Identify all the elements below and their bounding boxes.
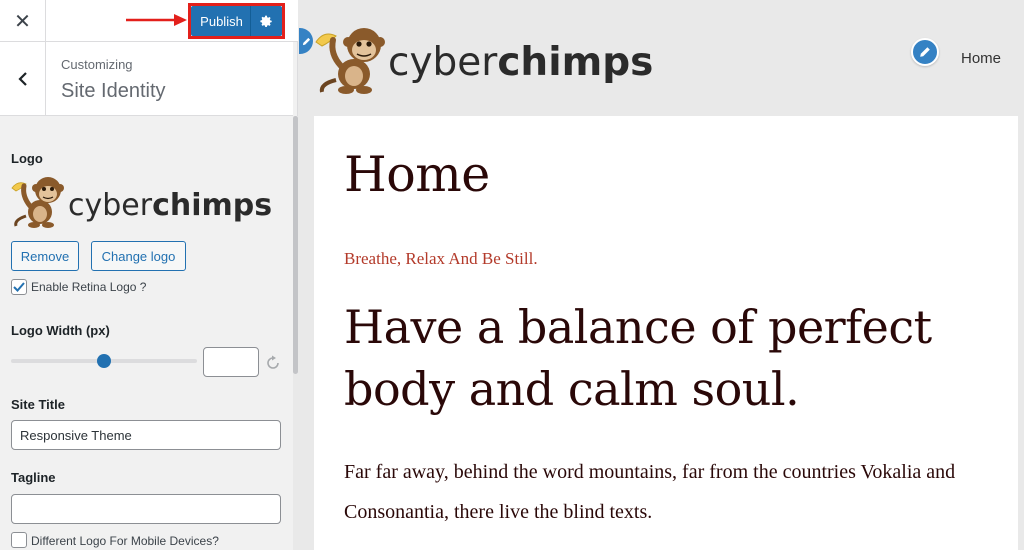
red-arrow-annotation bbox=[126, 14, 187, 26]
remove-logo-button[interactable]: Remove bbox=[11, 241, 79, 271]
logo-width-input[interactable] bbox=[203, 347, 259, 377]
page-title: Home bbox=[344, 146, 490, 203]
change-logo-button[interactable]: Change logo bbox=[91, 241, 186, 271]
section-header: Customizing Site Identity bbox=[0, 42, 293, 116]
retina-logo-label: Enable Retina Logo ? bbox=[31, 280, 147, 294]
body-paragraph: Far far away, behind the word mountains,… bbox=[344, 461, 956, 523]
back-button[interactable] bbox=[0, 42, 46, 116]
chevron-left-icon bbox=[17, 72, 27, 86]
site-title-input[interactable] bbox=[11, 420, 281, 450]
publish-settings-button[interactable] bbox=[251, 6, 282, 36]
customizer-header: ✕ Publish bbox=[0, 0, 298, 42]
logo-width-label: Logo Width (px) bbox=[11, 323, 110, 338]
reset-icon[interactable] bbox=[265, 355, 281, 371]
monkey-logo-icon bbox=[11, 177, 64, 228]
nav-link-home[interactable]: Home bbox=[961, 50, 1001, 67]
customizer-sidebar: ✕ Publish Customizing Site Identity Logo bbox=[0, 0, 298, 550]
close-customizer-button[interactable]: ✕ bbox=[0, 0, 46, 42]
publish-button[interactable]: Publish bbox=[191, 6, 251, 36]
site-preview: cyberchimps Home Home Breathe, Relax And… bbox=[299, 0, 1024, 550]
page-content: Home Breathe, Relax And Be Still. Have a… bbox=[314, 116, 1018, 550]
edit-menu-shortcut[interactable] bbox=[911, 38, 939, 66]
close-icon: ✕ bbox=[14, 10, 31, 33]
tagline-input[interactable] bbox=[11, 494, 281, 524]
logo-width-slider-handle[interactable] bbox=[97, 354, 111, 368]
site-logo-wordmark: cyberchimps bbox=[388, 40, 653, 85]
tagline-label: Tagline bbox=[11, 470, 56, 485]
gear-icon bbox=[260, 15, 272, 27]
logo-wordmark: cyberchimps bbox=[68, 188, 272, 223]
retina-logo-checkbox[interactable] bbox=[11, 279, 27, 295]
logo-control-label: Logo bbox=[11, 151, 43, 166]
site-title-label: Site Title bbox=[11, 397, 65, 412]
customizing-label: Customizing bbox=[61, 57, 133, 72]
publish-button-group: Publish bbox=[191, 6, 282, 36]
edit-logo-shortcut[interactable] bbox=[299, 28, 313, 54]
hero-headline: Have a balance of perfect body and calm … bbox=[344, 300, 932, 416]
logo-preview-image: cyberchimps bbox=[11, 177, 272, 228]
monkey-logo-icon bbox=[315, 28, 385, 94]
pencil-icon bbox=[920, 47, 930, 57]
site-logo[interactable]: cyberchimps bbox=[314, 24, 674, 94]
mobile-logo-label: Different Logo For Mobile Devices? bbox=[31, 534, 219, 548]
checkmark-icon bbox=[13, 282, 25, 292]
sidebar-scrollbar-thumb[interactable] bbox=[293, 116, 298, 374]
mobile-logo-checkbox[interactable] bbox=[11, 532, 27, 548]
site-tagline: Breathe, Relax And Be Still. bbox=[344, 249, 538, 268]
pencil-icon bbox=[302, 37, 310, 45]
section-title: Site Identity bbox=[61, 80, 166, 102]
